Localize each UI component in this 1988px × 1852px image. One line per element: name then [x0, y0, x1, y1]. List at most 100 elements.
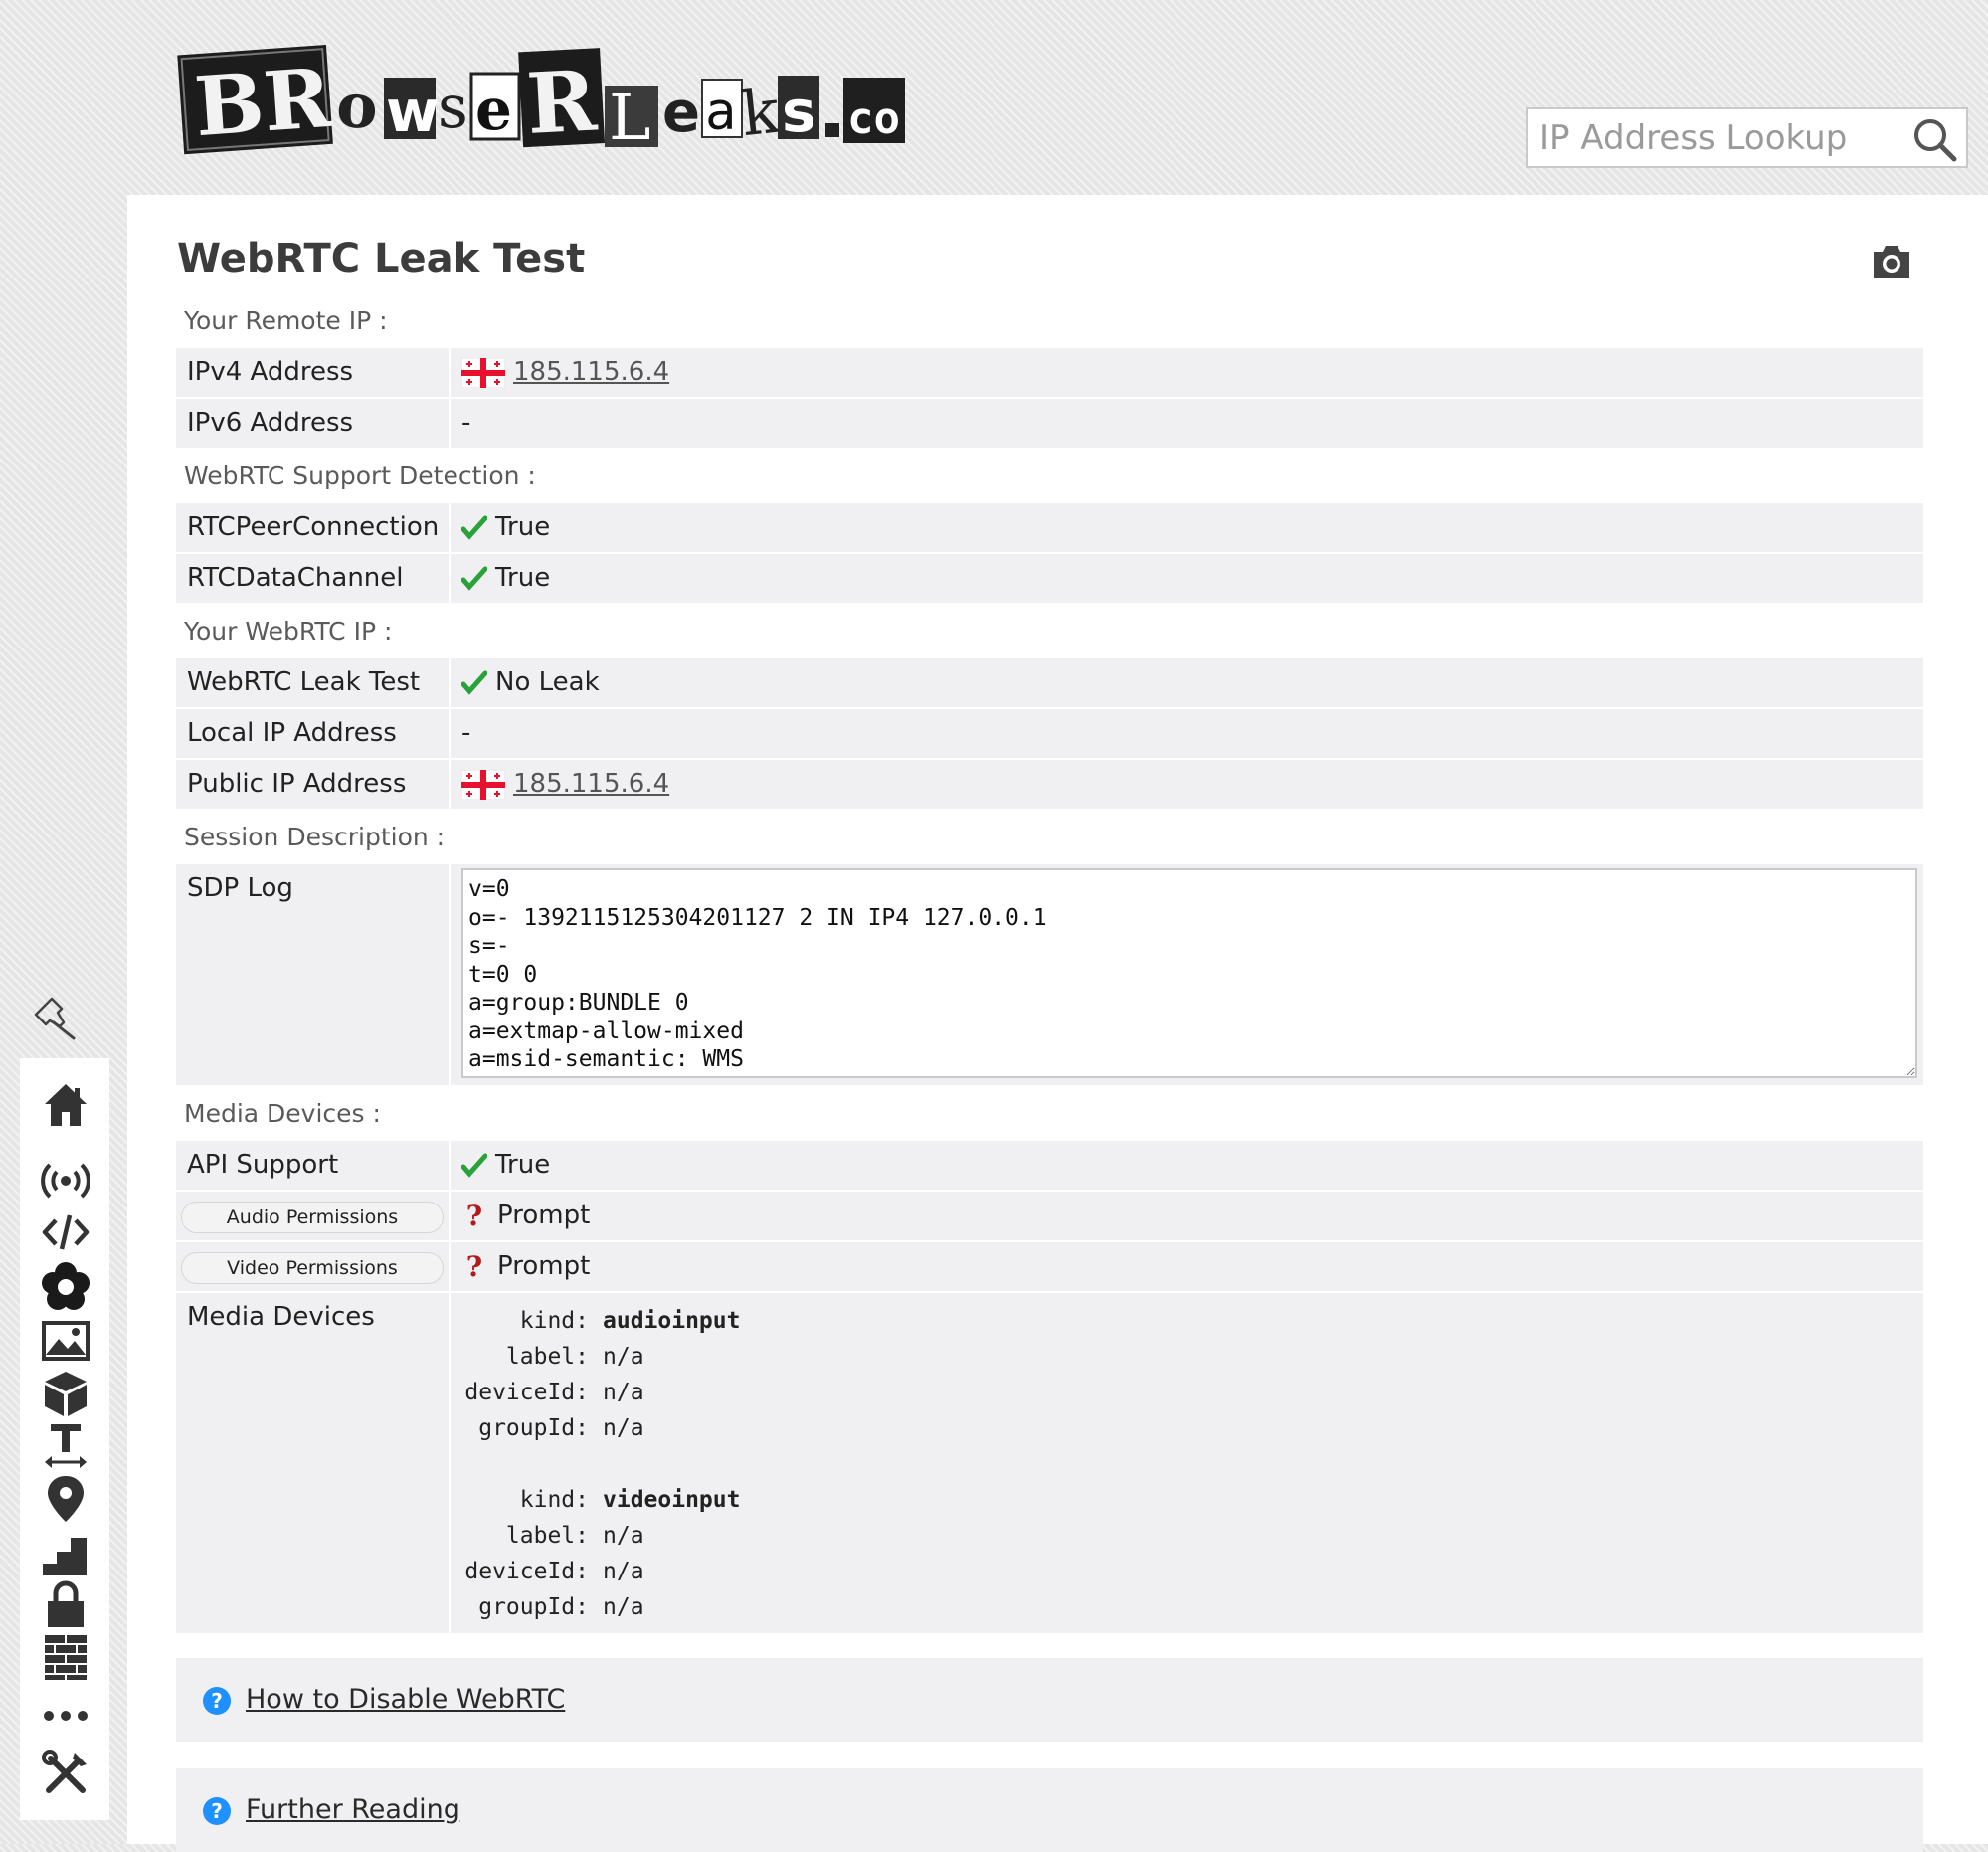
media-devices-label: Media Devices [176, 1293, 451, 1633]
georgia-flag-icon [461, 769, 505, 800]
row-rtcpeerconnection: RTCPeerConnection True [176, 503, 1923, 552]
row-ipv4: IPv4 Address 185.115.6.4 [176, 348, 1923, 397]
tools-icon[interactable] [41, 1749, 90, 1798]
svg-text:L: L [609, 82, 651, 155]
row-media-devices: Media Devices kind: audioinput label: n/a … [176, 1293, 1923, 1633]
svg-text:?: ? [211, 1689, 223, 1713]
flower-icon[interactable] [41, 1261, 90, 1311]
svg-text:R: R [524, 51, 600, 153]
device-key: kind: [519, 1308, 589, 1334]
row-video-permissions: Video Permissions ? Prompt [176, 1242, 1923, 1291]
device-group-id: n/a [603, 1415, 644, 1441]
broadcast-icon[interactable] [41, 1156, 90, 1205]
section-session-description: Session Description : [184, 823, 446, 851]
search-input[interactable] [1539, 115, 1898, 161]
question-icon: ? [465, 1250, 483, 1283]
image-icon[interactable] [41, 1315, 90, 1365]
how-to-disable-webrtc-link[interactable]: How to Disable WebRTC [246, 1678, 565, 1722]
rtcpeerconnection-label: RTCPeerConnection [176, 503, 451, 552]
location-pin-icon[interactable] [41, 1474, 90, 1524]
svg-text:e: e [475, 76, 512, 143]
device-key: groupId: [478, 1594, 589, 1620]
row-local-ip: Local IP Address - [176, 709, 1923, 758]
rtcpeerconnection-value: True [495, 512, 551, 542]
ipv4-address-link[interactable]: 185.115.6.4 [513, 348, 669, 397]
further-reading-link[interactable]: Further Reading [246, 1788, 460, 1832]
local-ip-value: - [461, 718, 471, 748]
device-key: deviceId: [464, 1380, 589, 1405]
device-list: kind: audioinput label: n/a deviceId: n/a g… [461, 1303, 1923, 1625]
ipv6-label: IPv6 Address [176, 399, 451, 448]
cube-icon[interactable] [41, 1369, 90, 1418]
device-id: n/a [603, 1380, 644, 1405]
svg-text:w: w [386, 78, 440, 145]
section-remote-ip: Your Remote IP : [184, 306, 388, 335]
api-support-label: API Support [176, 1141, 451, 1190]
question-icon: ? [465, 1200, 483, 1232]
device-kind: audioinput [603, 1308, 741, 1334]
device-label: n/a [603, 1523, 644, 1549]
svg-text:BR: BR [192, 51, 336, 155]
video-permissions-value: Prompt [497, 1251, 591, 1281]
page-title: WebRTC Leak Test [177, 236, 586, 281]
pin-icon[interactable] [30, 993, 80, 1042]
check-icon [461, 1153, 487, 1178]
svg-text:s: s [438, 73, 468, 142]
audio-permissions-button[interactable]: Audio Permissions [181, 1202, 444, 1233]
row-audio-permissions: Audio Permissions ? Prompt [176, 1192, 1923, 1240]
section-webrtc-ip: Your WebRTC IP : [184, 617, 393, 646]
device-key: groupId: [478, 1415, 589, 1441]
section-media-devices: Media Devices : [184, 1099, 381, 1128]
device-key: label: [505, 1523, 589, 1549]
local-ip-label: Local IP Address [176, 709, 451, 758]
ip-lookup-search [1526, 107, 1968, 168]
search-icon[interactable] [1910, 115, 1958, 163]
device-key: label: [505, 1344, 589, 1370]
api-support-value: True [495, 1150, 551, 1180]
lock-icon[interactable] [41, 1579, 90, 1629]
section-support-detection: WebRTC Support Detection : [184, 462, 536, 490]
row-rtcdatachannel: RTCDataChannel True [176, 554, 1923, 603]
sdp-log-label: SDP Log [176, 864, 451, 1085]
leak-test-label: WebRTC Leak Test [176, 658, 451, 707]
leak-test-value: No Leak [495, 667, 600, 697]
row-api-support: API Support True [176, 1141, 1923, 1190]
device-group-id: n/a [603, 1594, 644, 1620]
stairs-icon[interactable] [41, 1528, 90, 1577]
svg-text:o: o [335, 69, 380, 143]
ipv4-label: IPv4 Address [176, 348, 451, 397]
row-sdp-log: SDP Log v=0 o=- 1392115125304201127 2 IN… [176, 864, 1923, 1085]
public-ip-link[interactable]: 185.115.6.4 [513, 760, 669, 809]
code-icon[interactable] [41, 1207, 90, 1257]
check-icon [461, 566, 487, 591]
device-kind: videoinput [603, 1487, 741, 1513]
row-leak-test: WebRTC Leak Test No Leak [176, 658, 1923, 707]
home-icon[interactable] [41, 1080, 90, 1130]
rtcdatachannel-value: True [495, 563, 551, 593]
rtcdatachannel-label: RTCDataChannel [176, 554, 451, 603]
ipv6-value: - [461, 408, 471, 438]
svg-text:k: k [738, 75, 783, 151]
svg-text:e: e [662, 81, 700, 145]
audio-permissions-value: Prompt [497, 1201, 591, 1230]
public-ip-label: Public IP Address [176, 760, 451, 809]
device-label: n/a [603, 1344, 644, 1370]
video-permissions-button[interactable]: Video Permissions [181, 1252, 444, 1284]
results-table: Your Remote IP : IPv4 Address 185.115.6.… [176, 294, 1923, 1635]
device-key: kind: [519, 1487, 589, 1513]
device-key: deviceId: [464, 1559, 589, 1584]
camera-icon[interactable] [1870, 240, 1913, 283]
firewall-icon[interactable] [41, 1631, 90, 1681]
help-box-disable-webrtc: ? How to Disable WebRTC [176, 1658, 1923, 1742]
check-icon [461, 515, 487, 540]
sidebar-nav [20, 1058, 109, 1820]
svg-text:s: s [782, 78, 816, 145]
text-width-icon[interactable] [41, 1420, 90, 1470]
sdp-log-textarea[interactable]: v=0 o=- 1392115125304201127 2 IN IP4 127… [461, 868, 1917, 1078]
more-icon[interactable] [41, 1691, 90, 1741]
row-public-ip: Public IP Address 185.115.6.4 [176, 760, 1923, 809]
device-id: n/a [603, 1559, 644, 1584]
main-panel: WebRTC Leak Test Your Remote IP : IPv4 A… [127, 195, 1988, 1852]
help-icon: ? [203, 1797, 231, 1825]
site-logo[interactable]: BR o w s e R L e a k s co [177, 36, 908, 165]
